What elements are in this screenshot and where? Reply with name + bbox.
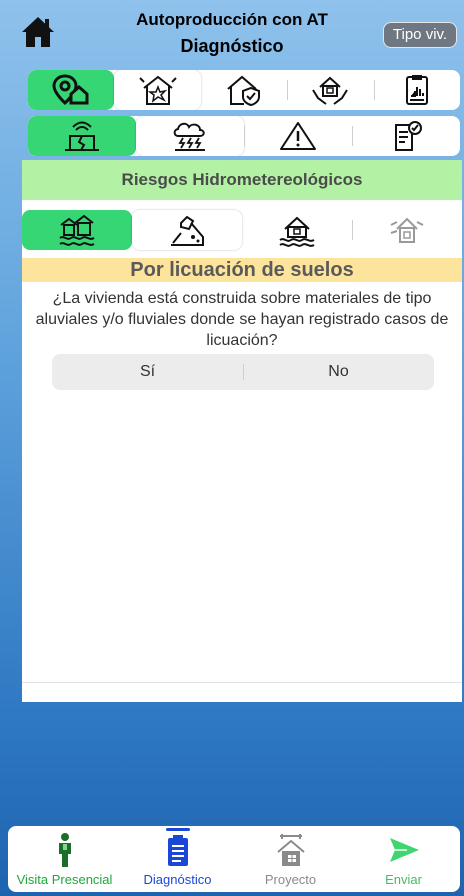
app-header: Autoproducción con AT Diagnóstico Tipo v… — [0, 0, 464, 64]
answer-yes-button[interactable]: Sí — [52, 354, 243, 390]
risk-category-header: Riesgos Hidrometereológicos — [22, 160, 462, 200]
nav-label-visita: Visita Presencial — [16, 872, 113, 887]
send-icon — [389, 838, 419, 862]
clipboard-report-icon — [405, 75, 428, 105]
tab-storm[interactable] — [136, 116, 244, 156]
main-tabbar — [28, 70, 460, 110]
tab-warning[interactable] — [244, 116, 352, 156]
hydro-subtabbar — [22, 210, 462, 250]
subtab-flood-houses[interactable] — [22, 210, 132, 250]
house-tools-icon — [276, 834, 305, 866]
house-shield-icon — [227, 75, 261, 106]
location-house-icon — [52, 74, 89, 106]
tab-checklist[interactable] — [352, 116, 460, 156]
bottom-navigation: Visita Presencial Diagnóstico Proyecto E… — [8, 826, 460, 892]
person-standing-icon — [58, 833, 71, 867]
divider — [22, 682, 462, 683]
subtab-landslide[interactable] — [132, 210, 242, 250]
section-title: Por licuación de suelos — [22, 258, 462, 282]
house-damage-icon — [138, 75, 177, 105]
subtab-house-water[interactable] — [242, 210, 352, 250]
nav-label-proyecto: Proyecto — [264, 872, 317, 887]
house-gray-icon — [390, 217, 424, 243]
nav-label-diagnostico: Diagnóstico — [143, 872, 212, 887]
tab-house-damage[interactable] — [114, 70, 201, 110]
question-text: ¿La vivienda está construida sobre mater… — [35, 290, 449, 349]
content-panel: Riesgos Hidrometereológicos Por licuació… — [22, 160, 462, 702]
nav-diagnostico[interactable]: Diagnóstico — [121, 826, 234, 892]
checklist-icon — [395, 121, 422, 151]
nav-enviar[interactable]: Enviar — [347, 826, 460, 892]
clipboard-list-icon — [167, 835, 188, 866]
earthquake-crack-icon — [65, 121, 99, 151]
house-water-icon — [279, 216, 315, 247]
subtab-house-gray[interactable] — [352, 210, 462, 250]
answer-no-button[interactable]: No — [243, 354, 434, 390]
tipo-vivienda-button[interactable]: Tipo viv. — [383, 22, 457, 48]
nav-visita-presencial[interactable]: Visita Presencial — [8, 826, 121, 892]
nav-label-enviar: Enviar — [385, 872, 422, 887]
house-hands-icon — [312, 76, 349, 105]
answer-segmented-control: Sí No — [52, 354, 434, 390]
active-indicator — [165, 828, 190, 831]
nav-proyecto[interactable]: Proyecto — [234, 826, 347, 892]
tab-clipboard[interactable] — [373, 70, 460, 110]
tab-house-hands[interactable] — [287, 70, 373, 110]
tab-house-shield[interactable] — [201, 70, 287, 110]
warning-triangle-icon — [280, 122, 316, 150]
tab-earthquake[interactable] — [28, 116, 136, 156]
risk-tabbar — [28, 116, 460, 156]
landslide-house-icon — [171, 215, 204, 246]
storm-cloud-icon — [173, 122, 205, 151]
tab-location[interactable] — [28, 70, 115, 110]
house-flood-waves-icon — [59, 214, 95, 246]
